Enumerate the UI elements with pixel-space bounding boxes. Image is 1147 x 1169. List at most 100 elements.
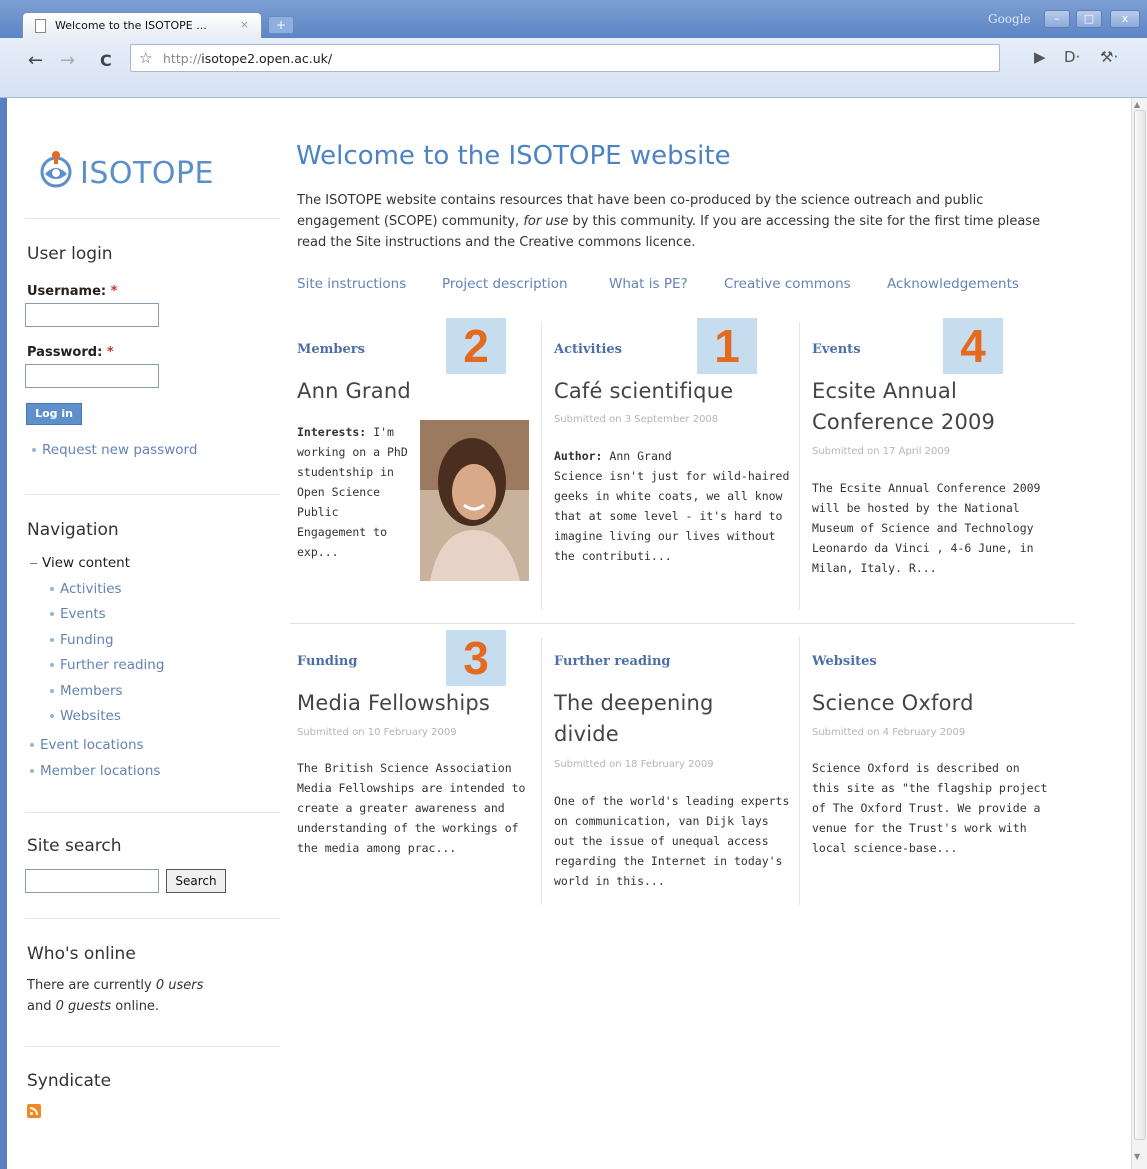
url-host: isotope2.open.ac.uk/ <box>201 51 333 66</box>
menu-link-project-description[interactable]: Project description <box>442 276 568 292</box>
search-input[interactable] <box>25 869 159 893</box>
intro-paragraph: The ISOTOPE website contains resources t… <box>297 190 1062 253</box>
menu-link-acknowledgements[interactable]: Acknowledgements <box>887 276 1019 292</box>
submitted-date: Submitted on 17 April 2009 <box>812 446 951 457</box>
menu-link-creative-commons[interactable]: Creative commons <box>724 276 851 292</box>
nav-item-funding[interactable]: Funding <box>50 632 114 648</box>
online-text-part: and <box>27 999 56 1014</box>
password-input[interactable] <box>25 364 159 388</box>
login-button[interactable]: Log in <box>26 403 82 425</box>
nav-view-content[interactable]: View content <box>30 555 130 571</box>
bullet-icon <box>50 663 54 667</box>
item-title-link[interactable]: Media Fellowships <box>297 688 537 719</box>
search-button[interactable]: Search <box>166 869 226 893</box>
scrollbar-thumb[interactable] <box>1134 110 1146 1140</box>
site-search-heading: Site search <box>27 836 122 856</box>
category-funding-link[interactable]: Funding <box>297 654 357 669</box>
menu-link-what-is-pe[interactable]: What is PE? <box>609 276 688 292</box>
url-protocol: http:// <box>163 51 202 66</box>
password-label: Password: * <box>27 345 114 360</box>
reload-icon[interactable]: C <box>100 51 112 70</box>
column-divider <box>799 637 800 905</box>
bullet-icon <box>50 638 54 642</box>
scroll-up-arrow-icon[interactable]: ▲ <box>1134 100 1140 109</box>
nav-item-further-reading[interactable]: Further reading <box>50 657 164 673</box>
submitted-date: Submitted on 18 February 2009 <box>554 759 714 770</box>
item-title-link[interactable]: Ann Grand <box>297 376 537 407</box>
close-window-button[interactable]: x <box>1110 10 1140 28</box>
number-badge: 4 <box>943 318 1003 374</box>
bookmark-star-icon[interactable]: ☆ <box>139 49 152 67</box>
logo-text: ISOTOPE <box>80 156 214 191</box>
forward-arrow-icon[interactable]: → <box>60 50 75 71</box>
menu-link-site-instructions[interactable]: Site instructions <box>297 276 406 292</box>
browser-tab[interactable]: Welcome to the ISOTOPE ... × <box>22 12 262 38</box>
item-body: Author: Ann Grand Science isn't just for … <box>554 446 792 566</box>
whos-online-heading: Who's online <box>27 944 136 964</box>
scroll-down-arrow-icon[interactable]: ▼ <box>1134 1152 1140 1161</box>
rss-dot <box>30 1112 33 1115</box>
category-websites-link[interactable]: Websites <box>812 654 877 669</box>
username-input[interactable] <box>25 303 159 327</box>
whos-online-text: There are currently 0 users and 0 guests … <box>27 975 203 1017</box>
online-guests-count: 0 guests <box>55 999 112 1014</box>
submitted-date: Submitted on 10 February 2009 <box>297 727 457 738</box>
column-divider <box>541 637 542 905</box>
submitted-date: Submitted on 3 September 2008 <box>554 414 719 425</box>
nav-item-events[interactable]: Events <box>50 606 106 622</box>
item-title-link[interactable]: Café scientifique <box>554 376 794 407</box>
nav-item-label: Funding <box>60 632 114 648</box>
page-favicon-icon <box>35 19 46 33</box>
column-divider <box>799 322 800 610</box>
nav-item-websites[interactable]: Websites <box>50 708 121 724</box>
tab-close-icon[interactable]: × <box>240 18 249 31</box>
syndicate-heading: Syndicate <box>27 1071 112 1091</box>
maximize-button[interactable]: □ <box>1076 10 1102 28</box>
username-label: Username: * <box>27 284 117 299</box>
nav-item-label: Member locations <box>40 763 161 779</box>
collapse-dash-icon <box>30 562 37 564</box>
category-activities-link[interactable]: Activities <box>554 342 622 357</box>
request-password-text: Request new password <box>42 442 198 458</box>
item-body-text: I'm working on a PhD studentship in Open… <box>297 425 408 559</box>
author-name: Ann Grand <box>609 449 672 463</box>
item-body: The British Science Association Media Fe… <box>297 761 526 855</box>
member-photo[interactable] <box>420 420 529 581</box>
number-badge: 3 <box>446 630 506 686</box>
wrench-menu-icon[interactable]: ⚒· <box>1100 48 1118 66</box>
isotope-logo-icon <box>40 151 72 188</box>
required-marker: * <box>106 345 114 360</box>
item-body-text: Science isn't just for wild-haired geeks… <box>554 469 790 563</box>
address-url[interactable]: http://isotope2.open.ac.uk/ <box>163 51 332 66</box>
item-title-link[interactable]: Science Oxford <box>812 688 1052 719</box>
column-divider <box>541 322 542 610</box>
new-tab-button[interactable]: + <box>268 16 294 34</box>
address-bar[interactable]: ☆ http://isotope2.open.ac.uk/ <box>130 44 1000 72</box>
nav-member-locations[interactable]: Member locations <box>30 763 160 779</box>
user-login-heading: User login <box>27 244 113 264</box>
minimize-button[interactable]: – <box>1044 10 1070 28</box>
document-menu-icon[interactable]: D· <box>1064 48 1080 66</box>
author-label: Author: <box>554 449 603 463</box>
nav-item-label: Events <box>60 606 106 622</box>
page-title: Welcome to the ISOTOPE website <box>296 141 731 171</box>
nav-item-activities[interactable]: Activities <box>50 581 122 597</box>
rss-icon[interactable] <box>27 1104 41 1118</box>
item-title-link[interactable]: The deepening divide <box>554 688 754 750</box>
nav-event-locations[interactable]: Event locations <box>30 737 144 753</box>
request-password-link[interactable]: Request new password <box>32 442 197 458</box>
site-logo[interactable]: ISOTOPE <box>38 148 258 198</box>
nav-item-members[interactable]: Members <box>50 683 123 699</box>
nav-item-label: Further reading <box>60 657 165 673</box>
interests-label: Interests: <box>297 425 367 439</box>
item-body: Science Oxford is described on this site… <box>812 761 1048 855</box>
online-text-part: online. <box>111 999 160 1014</box>
item-body: The Ecsite Annual Conference 2009 will b… <box>812 481 1041 575</box>
sidebar-divider <box>25 494 280 495</box>
category-events-link[interactable]: Events <box>812 342 861 357</box>
category-further-reading-link[interactable]: Further reading <box>554 654 671 669</box>
back-arrow-icon[interactable]: ← <box>28 50 43 71</box>
page-menu-icon[interactable]: ▶ <box>1034 48 1046 66</box>
item-title-link[interactable]: Ecsite Annual Conference 2009 <box>812 376 1042 438</box>
category-members-link[interactable]: Members <box>297 342 365 357</box>
